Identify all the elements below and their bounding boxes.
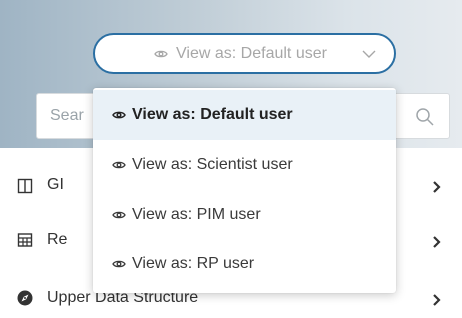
columns-icon (17, 178, 33, 194)
menu-item-default-user[interactable]: View as: Default user (93, 90, 396, 140)
menu-item-label: View as: PIM user (132, 206, 261, 223)
view-as-dropdown-button[interactable]: View as: Default user (93, 33, 396, 74)
nav-item-label: GI (47, 176, 64, 193)
menu-item-label: View as: Scientist user (132, 156, 293, 173)
menu-item-label: View as: RP user (132, 255, 255, 272)
chevron-right-icon (433, 181, 441, 193)
eye-icon (112, 161, 126, 169)
menu-item-pim-user[interactable]: View as: PIM user (93, 190, 396, 240)
menu-item-rp-user[interactable]: View as: RP user (93, 239, 396, 289)
menu-item-label: View as: Default user (132, 106, 293, 123)
menu-item-scientist-user[interactable]: View as: Scientist user (93, 140, 396, 190)
chevron-right-icon (433, 294, 441, 306)
view-as-dropdown-menu: View as: Default user View as: Scientist… (93, 88, 396, 293)
view-as-button-label: View as: Default user (176, 44, 327, 62)
eye-icon (112, 260, 126, 268)
eye-icon (112, 111, 126, 119)
compass-icon (17, 290, 33, 306)
nav-item-label: Re (47, 231, 68, 248)
search-placeholder: Sear (50, 107, 84, 124)
chevron-right-icon (433, 236, 441, 248)
chevron-down-icon (362, 50, 376, 58)
eye-icon (112, 211, 126, 219)
view-as-button-content: View as: Default user (154, 45, 327, 63)
eye-icon (154, 50, 168, 57)
search-icon[interactable] (415, 107, 435, 127)
table-icon (17, 233, 33, 247)
